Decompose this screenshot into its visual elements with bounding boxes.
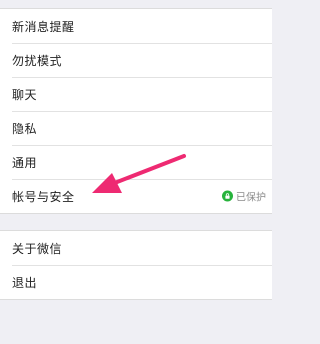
row-label: 关于微信	[12, 241, 63, 256]
row-label: 新消息提醒	[12, 19, 75, 34]
row-general[interactable]: 通用	[0, 145, 272, 179]
settings-group-other: 关于微信 退出	[0, 230, 272, 300]
lock-icon	[222, 190, 233, 202]
row-label: 聊天	[12, 87, 38, 102]
row-privacy[interactable]: 隐私	[0, 111, 272, 145]
row-account-security[interactable]: 帐号与安全 已保护	[0, 179, 272, 213]
row-chat[interactable]: 聊天	[0, 77, 272, 111]
row-label: 退出	[12, 275, 38, 290]
row-new-message-notify[interactable]: 新消息提醒	[0, 9, 272, 43]
row-label: 勿扰模式	[12, 53, 63, 68]
row-about-wechat[interactable]: 关于微信	[0, 231, 272, 265]
row-label: 帐号与安全	[12, 189, 75, 204]
row-logout[interactable]: 退出	[0, 265, 272, 299]
row-do-not-disturb[interactable]: 勿扰模式	[0, 43, 272, 77]
row-label: 隐私	[12, 121, 38, 136]
row-label: 通用	[12, 155, 38, 170]
status-text: 已保护	[236, 192, 266, 204]
protected-status: 已保护	[222, 189, 266, 204]
settings-screen: 新消息提醒 勿扰模式 聊天 隐私 通用 帐号与安全 已保护 关于微信 退出	[0, 0, 272, 344]
settings-group-main: 新消息提醒 勿扰模式 聊天 隐私 通用 帐号与安全 已保护	[0, 8, 272, 214]
